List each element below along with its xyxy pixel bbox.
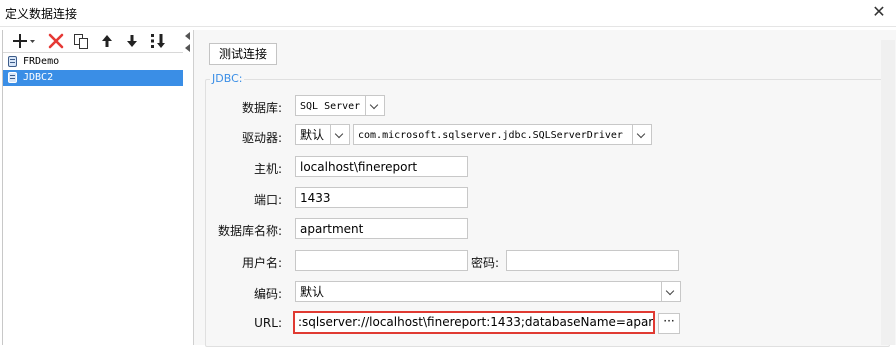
- driver-class-value: com.microsoft.sqlserver.jdbc.SQLServerDr…: [358, 130, 623, 141]
- add-connection-button[interactable]: [11, 32, 37, 50]
- connection-label: FRDemo: [23, 56, 60, 67]
- connection-list: FRDemo JDBC2: [3, 54, 184, 86]
- arrow-up-icon: [102, 35, 112, 47]
- driver-mode-value: 默认: [300, 128, 325, 142]
- move-up-button[interactable]: [98, 32, 116, 50]
- database-label: 数据库:: [241, 101, 282, 115]
- port-label: 端口:: [253, 193, 282, 207]
- arrow-down-icon: [127, 35, 137, 47]
- window-title: 定义数据连接: [5, 7, 78, 21]
- username-label: 用户名:: [241, 256, 282, 270]
- copy-connection-button[interactable]: [72, 32, 90, 50]
- host-label: 主机:: [253, 162, 282, 176]
- database-type-select[interactable]: SQL Server: [295, 95, 385, 116]
- collapse-arrow-icon[interactable]: [185, 32, 190, 40]
- chevron-down-icon[interactable]: [632, 125, 651, 144]
- connection-toolbar: [3, 30, 184, 53]
- chevron-down-icon[interactable]: [661, 282, 680, 301]
- close-button[interactable]: ✕: [866, 0, 892, 26]
- scrollbar[interactable]: [881, 40, 895, 345]
- collapse-arrow-icon[interactable]: [185, 44, 190, 52]
- database-icon: [8, 72, 17, 83]
- host-input[interactable]: localhost\finereport: [295, 156, 468, 177]
- title-bar: 定义数据连接 ✕: [0, 0, 896, 27]
- chevron-down-icon[interactable]: [330, 125, 349, 144]
- sort-icon: [151, 34, 165, 48]
- move-down-button[interactable]: [123, 32, 141, 50]
- copy-icon: [74, 34, 88, 49]
- database-icon: [8, 56, 17, 67]
- encoding-select[interactable]: 默认: [295, 281, 681, 302]
- database-type-value: SQL Server: [300, 101, 361, 112]
- driver-label: 驱动器:: [241, 131, 282, 145]
- encoding-label: 编码:: [253, 287, 282, 301]
- delete-connection-button[interactable]: [47, 32, 65, 50]
- test-connection-button[interactable]: 测试连接: [209, 43, 277, 65]
- dbname-input[interactable]: apartment: [295, 218, 468, 239]
- encoding-value: 默认: [300, 285, 325, 299]
- url-more-button[interactable]: ···: [658, 313, 680, 334]
- driver-mode-select[interactable]: 默认: [295, 124, 350, 145]
- password-input[interactable]: [506, 250, 679, 271]
- connection-label: JDBC2: [23, 72, 54, 83]
- dbname-label: 数据库名称:: [217, 224, 282, 238]
- delete-icon: [48, 33, 64, 49]
- jdbc-group-title: JDBC:: [210, 72, 245, 85]
- add-icon: [13, 34, 35, 48]
- driver-class-select[interactable]: com.microsoft.sqlserver.jdbc.SQLServerDr…: [353, 124, 652, 145]
- sort-button[interactable]: [149, 32, 167, 50]
- url-label: URL:: [254, 316, 282, 330]
- list-item-jdbc2[interactable]: JDBC2: [3, 70, 184, 86]
- connection-list-panel: FRDemo JDBC2: [2, 30, 185, 345]
- port-input[interactable]: 1433: [295, 187, 468, 208]
- list-item-frdemo[interactable]: FRDemo: [3, 54, 184, 70]
- password-label: 密码:: [470, 256, 499, 270]
- chevron-down-icon[interactable]: [365, 96, 384, 115]
- jdbc-group-box: [205, 79, 890, 347]
- url-input[interactable]: :sqlserver://localhost\finereport:1433;d…: [293, 311, 655, 334]
